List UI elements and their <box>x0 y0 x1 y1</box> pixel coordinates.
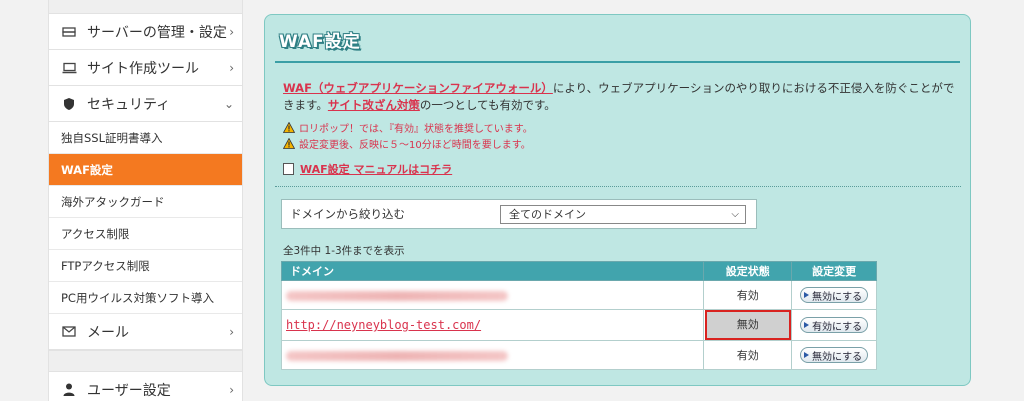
shield-icon <box>61 97 77 111</box>
result-count: 全3件中 1-3件までを表示 <box>283 245 405 257</box>
domain-cell <box>280 340 705 370</box>
action-cell: 有効にする <box>791 309 877 341</box>
page-title: WAF設定 <box>279 32 361 52</box>
enable-button[interactable]: 有効にする <box>800 317 869 333</box>
sidebar-item-user[interactable]: ユーザー設定 › <box>49 372 242 401</box>
domain-filter: ドメインから絞り込む 全てのドメイン ⌵ <box>281 199 757 229</box>
sidebar-subitem-waf[interactable]: WAF設定 <box>49 154 242 186</box>
sidebar-subitem-attack-guard[interactable]: 海外アタックガード <box>49 186 242 218</box>
sidebar-subitem-ftp-limit[interactable]: FTPアクセス制限 <box>49 250 242 282</box>
sidebar: サーバーの管理・設定 › サイト作成ツール › セキュリティ ⌄ 独自SSL証明… <box>48 0 243 401</box>
waf-settings-panel: WAF設定 WAF（ウェブアプリケーションファイアウォール）により、ウェブアプリ… <box>264 14 971 386</box>
warning-icon <box>283 138 295 149</box>
table-row: 有効 無効にする <box>280 340 877 370</box>
manual-link-row: WAF設定 マニュアルはコチラ <box>283 161 452 177</box>
panel-header: WAF設定 <box>275 15 960 63</box>
column-header-action: 設定変更 <box>791 261 877 281</box>
mail-icon <box>61 325 77 339</box>
laptop-icon <box>61 61 77 75</box>
server-icon <box>61 25 77 39</box>
filter-label: ドメインから絞り込む <box>290 207 405 221</box>
warning-icon <box>283 122 295 133</box>
status-cell: 無効 <box>703 309 793 341</box>
chevron-right-icon: › <box>229 60 234 75</box>
divider <box>275 186 961 187</box>
sidebar-subitem-access-limit[interactable]: アクセス制限 <box>49 218 242 250</box>
site-tamper-link[interactable]: サイト改ざん対策 <box>328 98 420 112</box>
arrow-right-icon <box>804 352 810 358</box>
chevron-down-icon: ⌄ <box>223 96 234 111</box>
status-highlight: 無効 <box>704 310 791 340</box>
sidebar-item-label: ユーザー設定 <box>87 382 171 399</box>
arrow-right-icon <box>804 322 810 328</box>
blurred-domain <box>286 350 508 361</box>
sidebar-subitem-antivirus[interactable]: PC用ウイルス対策ソフト導入 <box>49 282 242 314</box>
sidebar-subitem-ssl[interactable]: 独自SSL証明書導入 <box>49 122 242 154</box>
warning-recommend: ロリポップ！では、『有効』状態を推奨しています。 <box>283 120 533 135</box>
waf-description: WAF（ウェブアプリケーションファイアウォール）により、ウェブアプリケーションの… <box>283 81 955 112</box>
arrow-right-icon <box>804 292 810 298</box>
sidebar-item-label: メール <box>87 324 129 341</box>
sidebar-item-mail[interactable]: メール › <box>49 314 242 350</box>
disable-button[interactable]: 無効にする <box>800 287 869 303</box>
chevron-right-icon: › <box>229 24 234 39</box>
sidebar-item-label: サイト作成ツール <box>87 60 199 77</box>
status-cell: 有効 <box>703 340 793 370</box>
domain-cell: http://neyneyblog-test.com/ <box>280 309 705 341</box>
sidebar-item-server[interactable]: サーバーの管理・設定 › <box>49 14 242 50</box>
action-cell: 無効にする <box>791 340 877 370</box>
chevron-down-icon: ⌵ <box>731 208 739 220</box>
warning-delay: 設定変更後、反映に５～10分ほど時間を要します。 <box>283 136 531 151</box>
document-icon <box>283 163 294 175</box>
table-row: 有効 無効にする <box>280 280 877 310</box>
action-cell: 無効にする <box>791 280 877 310</box>
sidebar-item-label: サーバーの管理・設定 <box>87 24 227 41</box>
domain-filter-select[interactable]: 全てのドメイン ⌵ <box>500 204 746 224</box>
blurred-domain <box>286 290 508 301</box>
domain-cell <box>280 280 705 310</box>
domain-link[interactable]: http://neyneyblog-test.com/ <box>286 318 481 332</box>
chevron-right-icon: › <box>229 382 234 397</box>
domain-table: ドメイン 設定状態 設定変更 有効 無効にする http://neyneyblo… <box>280 261 877 370</box>
column-header-domain: ドメイン <box>280 261 705 281</box>
waf-link[interactable]: WAF（ウェブアプリケーションファイアウォール） <box>283 81 553 95</box>
user-icon <box>61 383 77 397</box>
status-cell: 有効 <box>703 280 793 310</box>
sidebar-spacer <box>49 350 242 372</box>
table-row: http://neyneyblog-test.com/ 無効 有効にする <box>280 309 877 341</box>
chevron-right-icon: › <box>229 324 234 339</box>
manual-link[interactable]: WAF設定 マニュアルはコチラ <box>300 161 452 177</box>
sidebar-item-label: セキュリティ <box>87 96 171 113</box>
sidebar-item-security[interactable]: セキュリティ ⌄ <box>49 86 242 122</box>
sidebar-item-site-tools[interactable]: サイト作成ツール › <box>49 50 242 86</box>
column-header-status: 設定状態 <box>703 261 793 281</box>
disable-button[interactable]: 無効にする <box>800 347 869 363</box>
sidebar-spacer <box>49 0 242 14</box>
